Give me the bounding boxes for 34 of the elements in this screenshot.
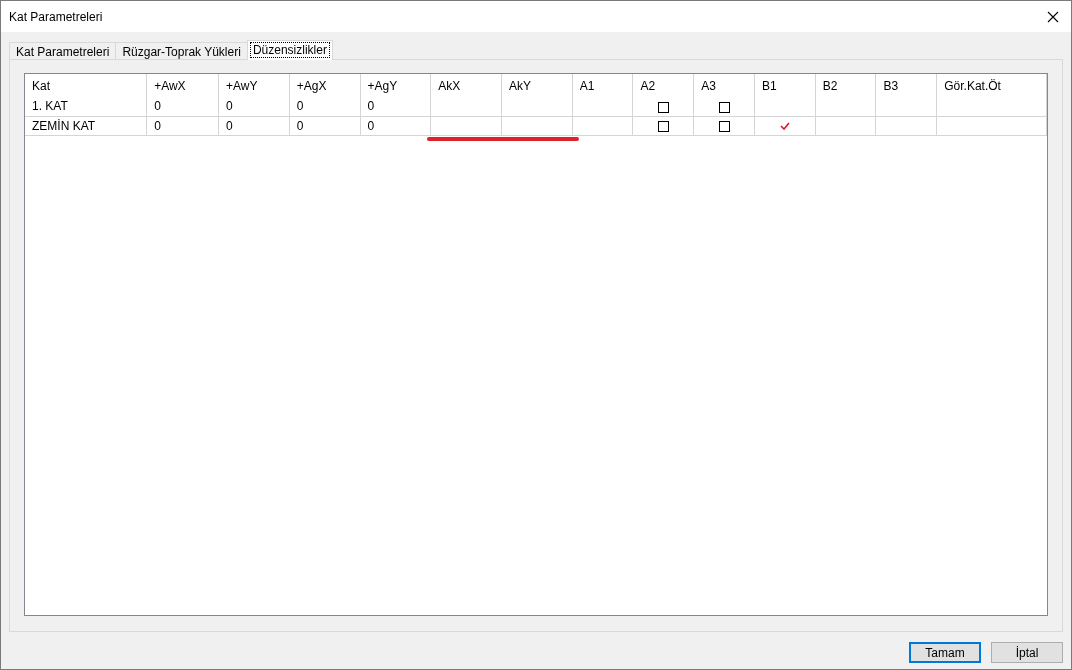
table-cell: ZEMİN KAT: [25, 116, 147, 135]
column-header[interactable]: B1: [754, 74, 816, 97]
tab[interactable]: Rüzgar-Toprak Yükleri: [115, 42, 248, 59]
table-cell: 0: [146, 116, 219, 135]
cancel-button[interactable]: İptal: [991, 642, 1063, 663]
checkbox[interactable]: [657, 101, 669, 113]
checkbox[interactable]: [657, 120, 669, 132]
checkbox[interactable]: [718, 120, 730, 132]
window-title: Kat Parametreleri: [9, 9, 103, 24]
table-cell: 0: [218, 116, 290, 135]
table-cell: 0: [360, 97, 431, 116]
column-header[interactable]: Kat: [25, 74, 147, 97]
column-header[interactable]: +AwY: [218, 74, 290, 97]
column-header[interactable]: A2: [632, 74, 694, 97]
table-cell: 0: [289, 116, 360, 135]
column-header[interactable]: +AwX: [146, 74, 219, 97]
table-cell: 0: [360, 116, 431, 135]
column-header[interactable]: AkX: [430, 74, 502, 97]
table-cell: 0: [289, 97, 360, 116]
column-header[interactable]: B3: [875, 74, 937, 97]
column-header[interactable]: +AgX: [289, 74, 360, 97]
checkbox[interactable]: [718, 101, 730, 113]
column-header[interactable]: A3: [693, 74, 755, 97]
column-header[interactable]: Gör.Kat.Öt: [936, 74, 1047, 97]
tab[interactable]: Düzensizlikler: [246, 40, 333, 60]
column-header[interactable]: B2: [815, 74, 876, 97]
column-header[interactable]: +AgY: [360, 74, 431, 97]
column-header[interactable]: AkY: [501, 74, 573, 97]
table-cell: 1. KAT: [25, 97, 147, 116]
tab[interactable]: Kat Parametreleri: [9, 42, 117, 59]
ok-button[interactable]: Tamam: [909, 642, 981, 663]
table-cell: 0: [218, 97, 290, 116]
column-header[interactable]: A1: [572, 74, 633, 97]
table-cell: 0: [146, 97, 219, 116]
